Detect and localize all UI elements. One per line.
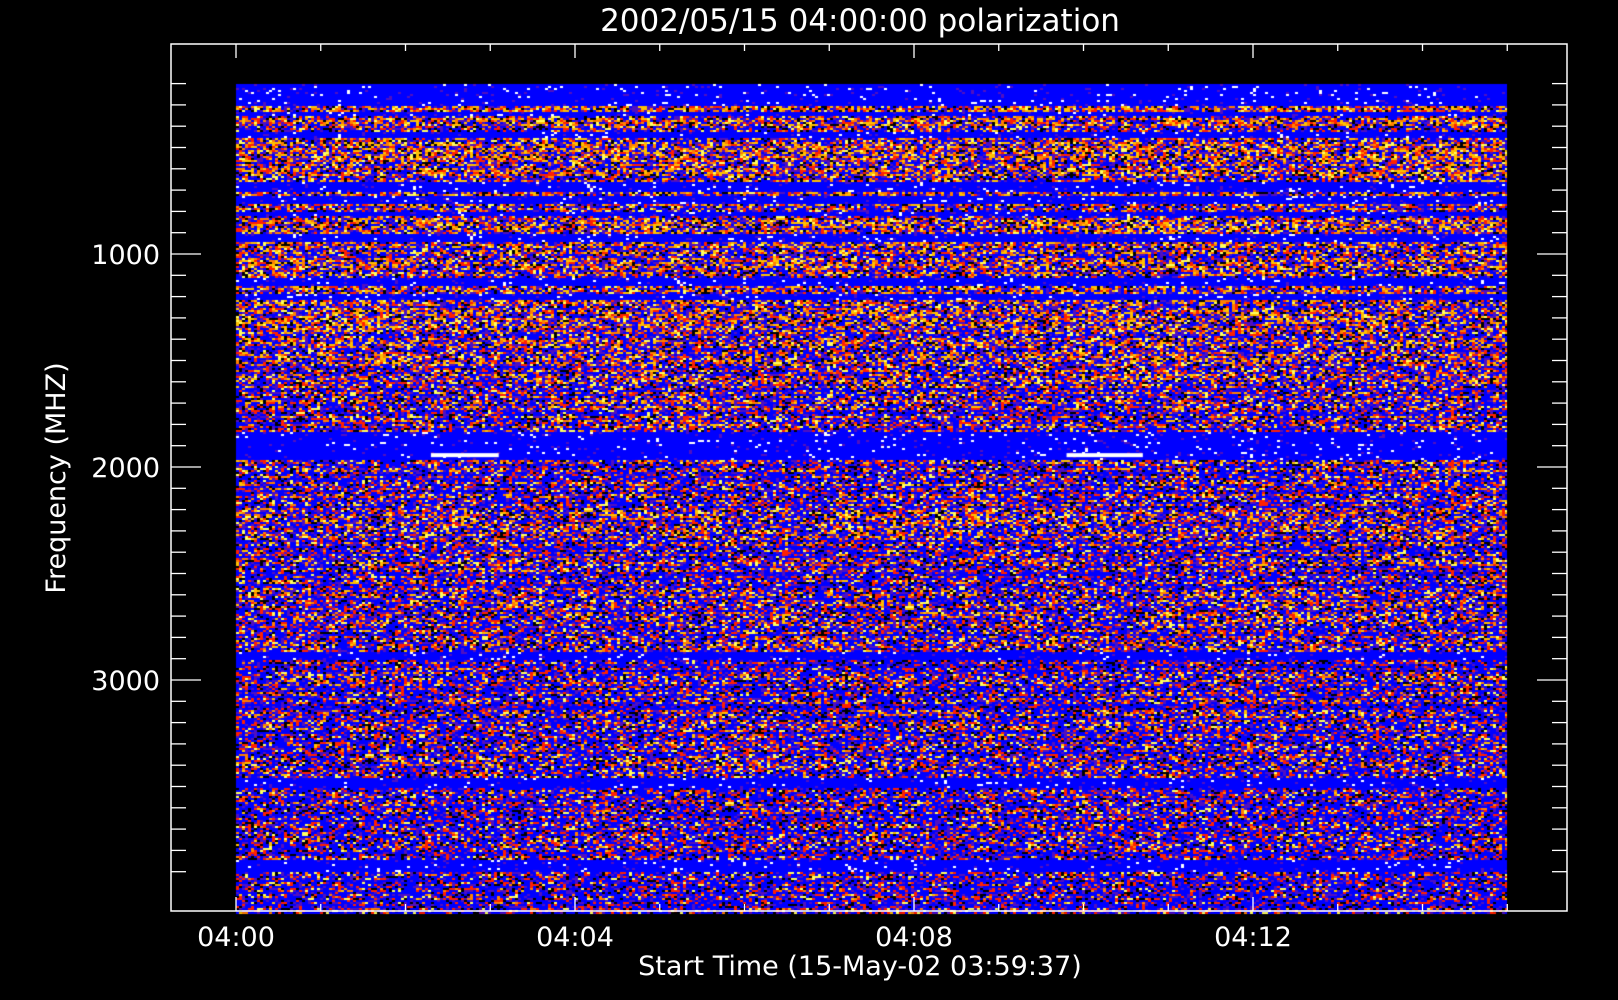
x-tick-label: 04:08 (875, 922, 953, 953)
y-tick-label: 2000 (91, 453, 160, 484)
x-tick-label: 04:00 (197, 922, 275, 953)
chart-title: 2002/05/15 04:00:00 polarization (600, 3, 1120, 39)
y-tick-label: 1000 (91, 240, 160, 271)
spectrogram-figure: 2002/05/15 04:00:00 polarization Start T… (0, 0, 1618, 1000)
axis-ticks (171, 44, 1567, 911)
chart-axes-layer: 2002/05/15 04:00:00 polarization Start T… (41, 3, 1568, 982)
y-axis-label: Frequency (MHZ) (41, 362, 72, 593)
plot-frame (170, 43, 1568, 912)
y-tick-label: 3000 (91, 666, 160, 697)
x-tick-label: 04:04 (536, 922, 614, 953)
x-tick-label: 04:12 (1214, 922, 1292, 953)
x-axis-label: Start Time (15-May-02 03:59:37) (638, 951, 1082, 982)
